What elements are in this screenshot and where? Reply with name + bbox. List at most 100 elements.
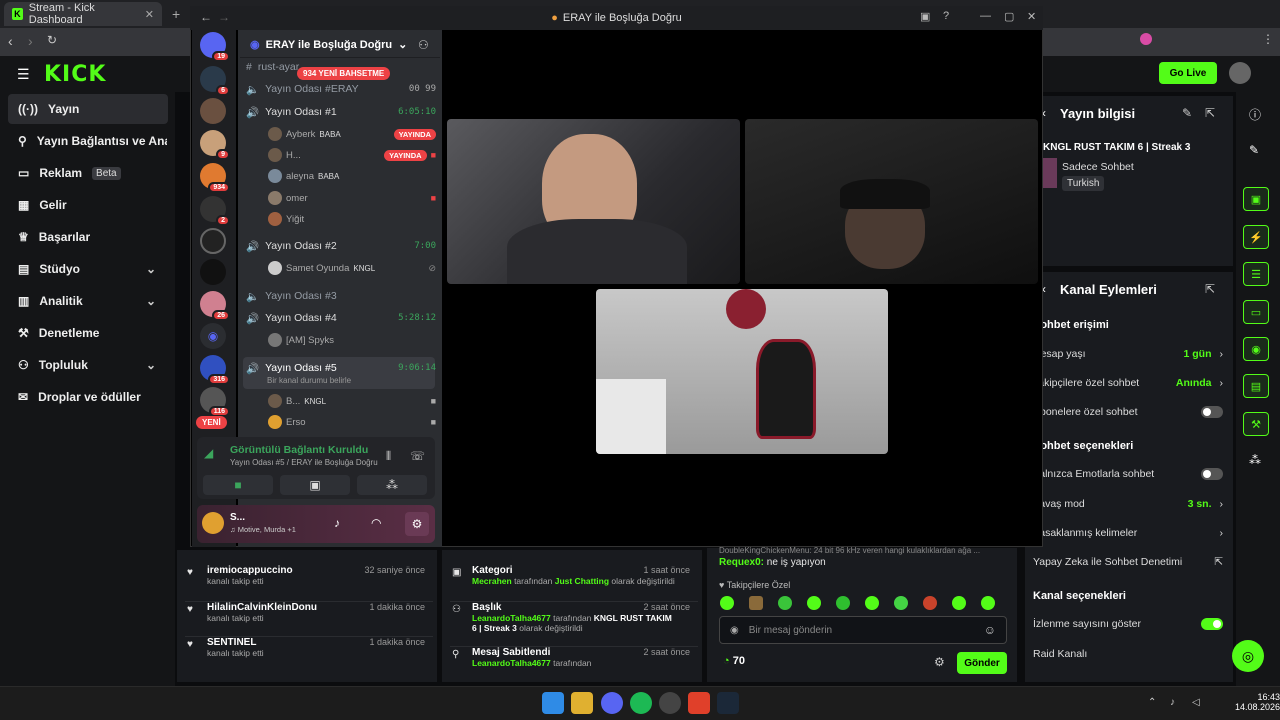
- voice-channel-path[interactable]: Yayın Odası #5 / ERAY ile Boşluğa Doğru: [230, 458, 378, 467]
- voice-user[interactable]: aleyna BABA: [268, 167, 436, 185]
- spotify-icon[interactable]: [630, 692, 652, 714]
- discord-icon[interactable]: [601, 692, 623, 714]
- voice-user[interactable]: Yiğit: [268, 210, 436, 228]
- video-tile[interactable]: [596, 289, 888, 454]
- server-icon[interactable]: 116: [200, 387, 230, 417]
- voice-status[interactable]: Görüntülü Bağlantı Kuruldu: [230, 444, 368, 456]
- server-icon[interactable]: 26: [200, 291, 230, 321]
- emote-icon[interactable]: [807, 596, 821, 610]
- stream-info-toggle-icon[interactable]: ▣: [1243, 187, 1269, 211]
- brave-icon[interactable]: [688, 692, 710, 714]
- emote-icon[interactable]: [778, 596, 792, 610]
- send-button[interactable]: Gönder: [957, 652, 1007, 674]
- mentions-pill[interactable]: 934 YENİ BAHSETME: [297, 67, 391, 80]
- sidebar-item-stream-key[interactable]: ⚲Yayın Bağlantısı ve Anahtarı: [8, 126, 168, 156]
- tray-chevron-icon[interactable]: ⌃: [1148, 697, 1156, 708]
- maximize-icon[interactable]: ▢: [1004, 10, 1014, 23]
- extension-icon[interactable]: [1140, 33, 1152, 45]
- sidebar-item-revenue[interactable]: ▦ Gelir: [8, 190, 168, 220]
- sidebar-item-studio[interactable]: ▤ Stüdyo ⌄: [8, 254, 168, 284]
- emote-icon[interactable]: [981, 596, 995, 610]
- browser-tab[interactable]: K Stream - Kick Dashboard ✕: [4, 2, 162, 26]
- app-icon[interactable]: [659, 692, 681, 714]
- avatar[interactable]: [1229, 62, 1251, 84]
- go-live-button[interactable]: Go Live: [1159, 62, 1217, 84]
- settings-icon[interactable]: ⚙: [405, 512, 429, 536]
- discord-home-icon[interactable]: 19: [200, 32, 230, 62]
- steam-icon[interactable]: [717, 692, 739, 714]
- reload-icon[interactable]: ↻: [47, 33, 57, 47]
- account-age-row[interactable]: Hesap yaşı 1 gün ›: [1033, 344, 1223, 364]
- voice-user[interactable]: B... KNGL ■: [268, 392, 436, 410]
- subscribers-only-toggle[interactable]: [1201, 406, 1223, 418]
- lightning-icon[interactable]: ⚡: [1243, 225, 1269, 249]
- screen-share-button[interactable]: ▣: [280, 475, 350, 495]
- show-viewers-toggle[interactable]: [1201, 618, 1223, 630]
- ai-moderation-row[interactable]: Yapay Zeka ile Sohbet Denetimi ⇱: [1033, 552, 1223, 572]
- voice-user[interactable]: Erso ■: [268, 413, 436, 431]
- server-icon[interactable]: 2: [200, 196, 230, 226]
- raid-channel-row[interactable]: Raid Kanalı: [1033, 644, 1223, 664]
- server-icon[interactable]: [200, 259, 226, 285]
- hamburger-menu-icon[interactable]: ☰: [17, 66, 30, 83]
- channel-status[interactable]: Bir kanal durumu belirle: [267, 376, 351, 385]
- help-icon[interactable]: ?: [943, 10, 949, 22]
- server-icon[interactable]: 316: [200, 355, 230, 385]
- minimize-icon[interactable]: —: [980, 10, 991, 22]
- voice-user[interactable]: [AM] Spyks: [268, 331, 436, 349]
- emote-icon[interactable]: [923, 596, 937, 610]
- server-icon[interactable]: ◉: [200, 323, 226, 349]
- list-icon[interactable]: ☰: [1243, 262, 1269, 286]
- emote-icon[interactable]: [952, 596, 966, 610]
- voice-user[interactable]: Ayberk BABA YAYINDA: [268, 125, 436, 143]
- forward-icon[interactable]: ›: [28, 33, 33, 49]
- new-tab-icon[interactable]: +: [172, 6, 180, 22]
- server-icon[interactable]: 9: [200, 130, 230, 160]
- video-tile[interactable]: [447, 119, 740, 284]
- channel-yayin-odasi-5[interactable]: 🔊 Yayın Odası #5 9:06:14: [246, 359, 436, 377]
- close-icon[interactable]: ✕: [1027, 10, 1036, 23]
- server-icon[interactable]: [200, 98, 226, 124]
- activities-button[interactable]: ⁂: [357, 475, 427, 495]
- server-icon[interactable]: [200, 228, 226, 254]
- edit-icon[interactable]: ✎: [1249, 143, 1259, 157]
- sidebar-item-ads[interactable]: ▭ Reklam Beta: [8, 158, 168, 188]
- headphones-icon[interactable]: ◠: [371, 516, 381, 530]
- popout-icon[interactable]: ⇱: [1205, 282, 1215, 296]
- user-name[interactable]: S...: [230, 512, 245, 523]
- camera-button[interactable]: ■: [203, 475, 273, 495]
- close-tab-icon[interactable]: ✕: [145, 8, 154, 21]
- info-icon[interactable]: ⓘ: [1249, 106, 1261, 123]
- emoji-icon[interactable]: ☺: [984, 623, 996, 637]
- emote-icon[interactable]: [865, 596, 879, 610]
- emote-icon[interactable]: [836, 596, 850, 610]
- emote-only-toggle[interactable]: [1201, 468, 1223, 480]
- followers-only-row[interactable]: Takipçilere özel sohbet Anında ›: [1033, 373, 1223, 393]
- emote-icon[interactable]: [720, 596, 734, 610]
- volume-icon[interactable]: ◁: [1192, 697, 1200, 708]
- edit-icon[interactable]: ✎: [1182, 106, 1192, 120]
- chat-input[interactable]: ◉ Bir mesaj gönderin ☺: [719, 616, 1007, 644]
- apps-icon[interactable]: ⁂: [1249, 453, 1261, 467]
- gear-icon[interactable]: ⚙: [934, 655, 945, 669]
- broadcast-icon[interactable]: ◉: [1243, 337, 1269, 361]
- channel-yayin-odasi-eray[interactable]: 🔈 Yayın Odası #ERAY 00 99: [246, 80, 436, 98]
- points-counter[interactable]: ◔ 70: [723, 655, 745, 667]
- microphone-icon[interactable]: ♪: [1170, 697, 1175, 708]
- wrench-icon[interactable]: ⚒: [1243, 412, 1269, 436]
- inbox-icon[interactable]: ▣: [920, 10, 930, 23]
- file-explorer-icon[interactable]: [571, 692, 593, 714]
- voice-user[interactable]: omer ■: [268, 189, 436, 207]
- emote-icon[interactable]: [749, 596, 763, 610]
- server-icon[interactable]: 6: [200, 66, 230, 96]
- chat-icon[interactable]: ▭: [1243, 300, 1269, 324]
- channel-yayin-odasi-4[interactable]: 🔊 Yayın Odası #4 5:28:12: [246, 309, 436, 327]
- back-icon[interactable]: ←: [200, 10, 212, 24]
- kick-logo[interactable]: KICK: [44, 62, 106, 87]
- sidebar-item-yayin[interactable]: ((·)) Yayın: [8, 94, 168, 124]
- noise-suppression-icon[interactable]: ⫴: [386, 449, 391, 464]
- disconnect-icon[interactable]: ☏: [410, 449, 425, 463]
- sidebar-item-moderation[interactable]: ⚒ Denetleme: [8, 318, 168, 348]
- voice-user[interactable]: Samet Oyunda KNGL ⊘: [268, 259, 436, 277]
- sidebar-item-drops[interactable]: ✉ Droplar ve ödüller: [8, 382, 168, 412]
